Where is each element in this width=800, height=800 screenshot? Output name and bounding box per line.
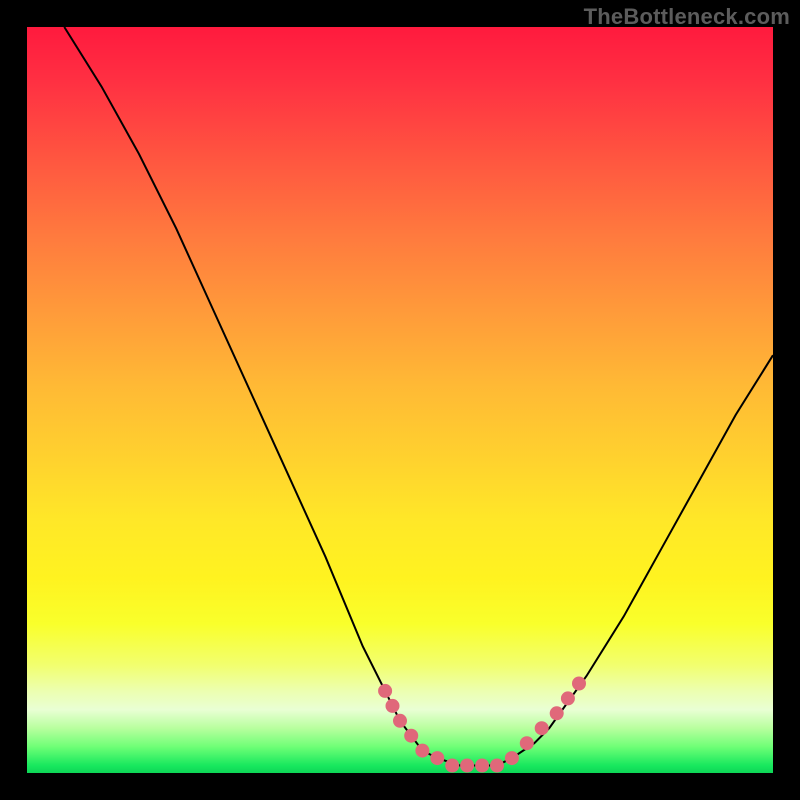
plot-area [27,27,773,773]
curve-marker [415,744,429,758]
curve-marker [520,736,534,750]
curve-marker [475,759,489,773]
curve-marker [445,759,459,773]
curve-marker [460,759,474,773]
curve-marker [561,691,575,705]
curve-marker [535,721,549,735]
curve-marker [572,677,586,691]
chart-frame: TheBottleneck.com [0,0,800,800]
curve-marker [490,759,504,773]
curve-marker [393,714,407,728]
curve-marker [550,706,564,720]
curve-marker [505,751,519,765]
curve-marker [386,699,400,713]
curve-marker [378,684,392,698]
bottleneck-curve-svg [27,27,773,773]
markers-group [378,677,586,773]
bottleneck-curve [64,27,773,766]
curve-marker [404,729,418,743]
curve-marker [430,751,444,765]
